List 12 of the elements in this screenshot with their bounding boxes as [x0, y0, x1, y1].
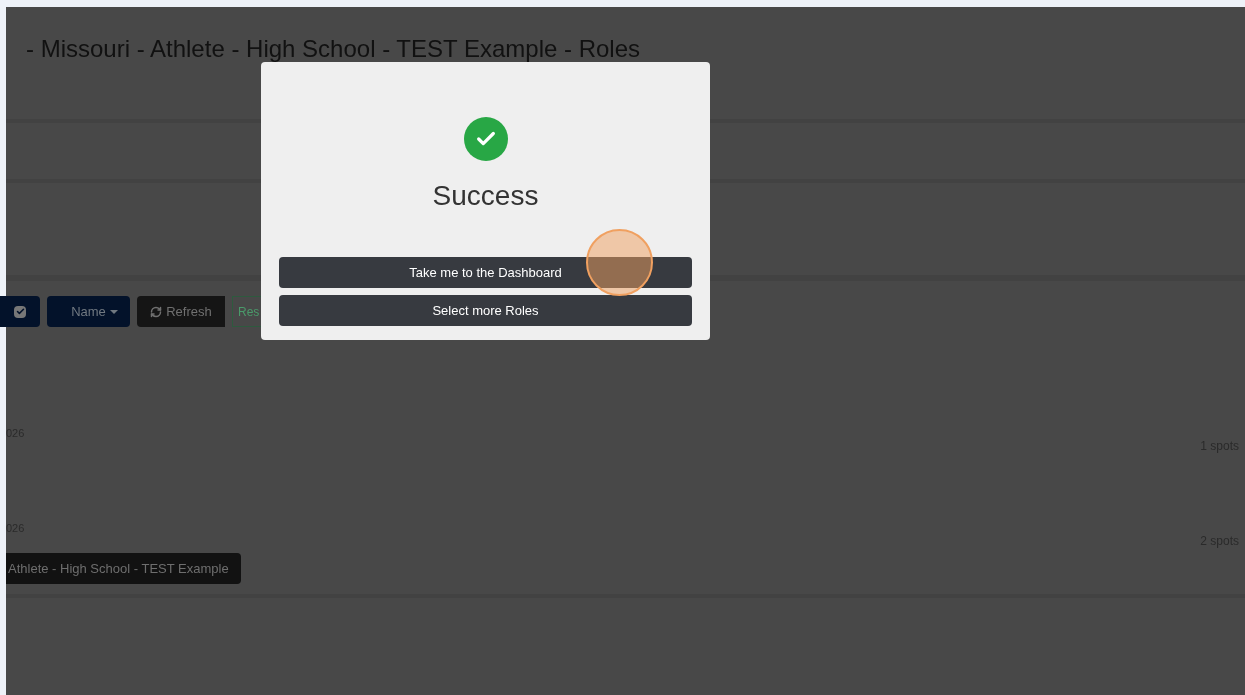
sort-dropdown[interactable]: Name — [47, 296, 130, 327]
checkbox[interactable] — [14, 305, 26, 318]
caret-icon — [109, 309, 118, 314]
checkbox-button[interactable] — [0, 296, 40, 327]
page-title: - Missouri - Athlete - High School - TEST Example - Roles — [25, 36, 640, 62]
dialog-button[interactable]: Take me to the Dashboard — [279, 257, 692, 288]
dialog-button[interactable]: Select more Roles — [279, 295, 692, 326]
dialog-title: Success — [432, 179, 539, 213]
success-check-icon — [463, 117, 508, 161]
refresh-icon — [150, 305, 163, 318]
role-button[interactable]: Athlete - High School - TEST Example — [6, 553, 241, 584]
refresh-button[interactable]: Refresh — [137, 296, 225, 327]
